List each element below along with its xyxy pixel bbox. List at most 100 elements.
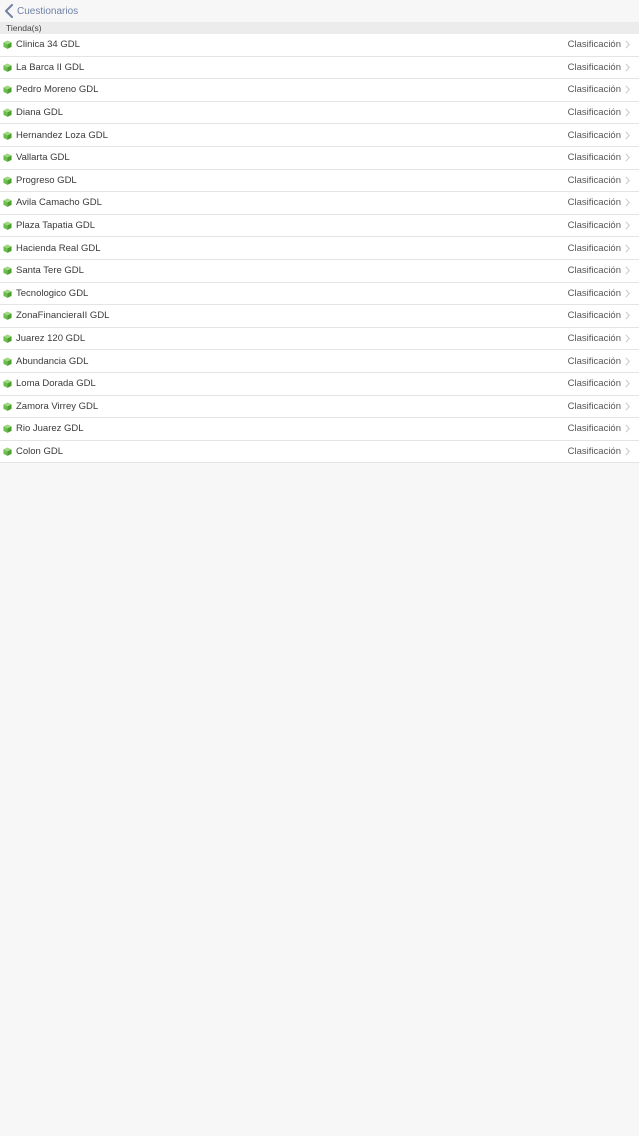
store-detail: Clasificación [567,152,621,164]
store-detail: Clasificación [567,84,621,96]
list-item[interactable]: La Barca II GDL Clasificación [0,57,639,80]
store-detail: Clasificación [567,287,621,299]
store-detail: Clasificación [567,355,621,367]
store-detail: Clasificación [567,39,621,51]
cube-icon [3,289,12,298]
store-detail: Clasificación [567,265,621,277]
chevron-right-icon [625,85,630,95]
cube-icon [3,379,12,389]
store-name: Hernandez Loza GDL [16,129,108,141]
chevron-right-icon [625,176,630,185]
store-name: Juarez 120 GDL [16,333,86,345]
chevron-right-icon [625,63,630,72]
list-item[interactable]: Avila Camacho GDL Clasificación [0,192,639,215]
cube-icon [3,198,12,208]
list-item[interactable]: Hernandez Loza GDL Clasificación [0,124,639,147]
chevron-right-icon [625,334,630,343]
store-name: Vallarta GDL [16,152,70,164]
chevron-right-icon [625,311,630,320]
chevron-right-icon [625,153,630,162]
cube-icon [3,85,12,95]
store-detail: Clasificación [567,310,621,322]
cube-icon [3,402,12,411]
store-detail: Clasificación [567,220,621,232]
store-detail: Clasificación [567,242,621,254]
list-item[interactable]: Hacienda Real GDL Clasificación [0,237,639,260]
store-name: Santa Tere GDL [16,265,84,277]
store-name: La Barca II GDL [16,61,85,73]
cube-icon [3,334,12,343]
list-item[interactable]: Colon GDL Clasificación [0,441,639,464]
chevron-right-icon [625,244,630,253]
store-name: ZonaFinancieraII GDL [16,310,110,322]
chevron-right-icon [625,424,630,433]
store-name: Progreso GDL [16,174,77,186]
chevron-right-icon [625,221,630,230]
section-header-label: Tienda(s) [6,23,42,33]
cube-icon [3,108,12,117]
back-button-label: Cuestionarios [17,5,79,17]
store-name: Colon GDL [16,445,63,457]
store-name: Plaza Tapatia GDL [16,220,96,232]
store-name: Hacienda Real GDL [16,242,101,254]
chevron-right-icon [625,447,630,456]
cube-icon [3,424,12,434]
list-item[interactable]: Zamora Virrey GDL Clasificación [0,396,639,419]
chevron-right-icon [625,402,630,411]
cube-icon [3,153,12,163]
store-list: Clinica 34 GDL Clasificación La Barca II G… [0,34,639,464]
store-detail: Clasificación [567,174,621,186]
chevron-right-icon [625,379,630,388]
chevron-right-icon [625,108,630,117]
list-item[interactable]: ZonaFinancieraII GDL Clasificación [0,305,639,328]
list-item[interactable]: Abundancia GDL Clasificación [0,350,639,373]
cube-icon [3,311,12,321]
store-name: Pedro Moreno GDL [16,84,99,96]
chevron-right-icon [625,198,630,207]
list-item[interactable]: Vallarta GDL Clasificación [0,147,639,170]
chevron-left-icon [5,4,13,18]
list-item[interactable]: Loma Dorada GDL Clasificación [0,373,639,396]
store-name: Clinica 34 GDL [16,39,80,51]
section-header: Tienda(s) [0,22,639,34]
store-name: Loma Dorada GDL [16,378,96,390]
cube-icon [3,447,12,456]
chevron-right-icon [625,357,630,366]
chevron-right-icon [625,289,630,298]
list-item[interactable]: Pedro Moreno GDL Clasificación [0,79,639,102]
store-name: Rio Juarez GDL [16,423,84,435]
store-detail: Clasificación [567,445,621,457]
cube-icon [3,357,12,366]
store-name: Abundancia GDL [16,355,89,367]
store-detail: Clasificación [567,378,621,390]
store-name: Diana GDL [16,107,63,119]
store-name: Tecnologico GDL [16,287,89,299]
store-detail: Clasificación [567,107,621,119]
chevron-right-icon [625,266,630,275]
cube-icon [3,266,12,276]
list-item[interactable]: Tecnologico GDL Clasificación [0,283,639,306]
navigation-bar: Cuestionarios [0,0,639,22]
store-detail: Clasificación [567,197,621,209]
store-detail: Clasificación [567,61,621,73]
cube-icon [3,63,12,72]
list-item[interactable]: Diana GDL Clasificación [0,102,639,125]
list-item[interactable]: Rio Juarez GDL Clasificación [0,418,639,441]
list-item[interactable]: Plaza Tapatia GDL Clasificación [0,215,639,238]
store-detail: Clasificación [567,333,621,345]
store-name: Avila Camacho GDL [16,197,102,209]
cube-icon [3,221,12,230]
store-detail: Clasificación [567,400,621,412]
back-button[interactable]: Cuestionarios [4,4,78,18]
list-item[interactable]: Juarez 120 GDL Clasificación [0,328,639,351]
list-item[interactable]: Santa Tere GDL Clasificación [0,260,639,283]
store-detail: Clasificación [567,423,621,435]
store-detail: Clasificación [567,129,621,141]
cube-icon [3,244,12,253]
store-name: Zamora Virrey GDL [16,400,99,412]
chevron-right-icon [625,40,630,49]
cube-icon [3,176,12,185]
list-item[interactable]: Clinica 34 GDL Clasificación [0,34,639,57]
cube-icon [3,131,12,140]
list-item[interactable]: Progreso GDL Clasificación [0,170,639,193]
